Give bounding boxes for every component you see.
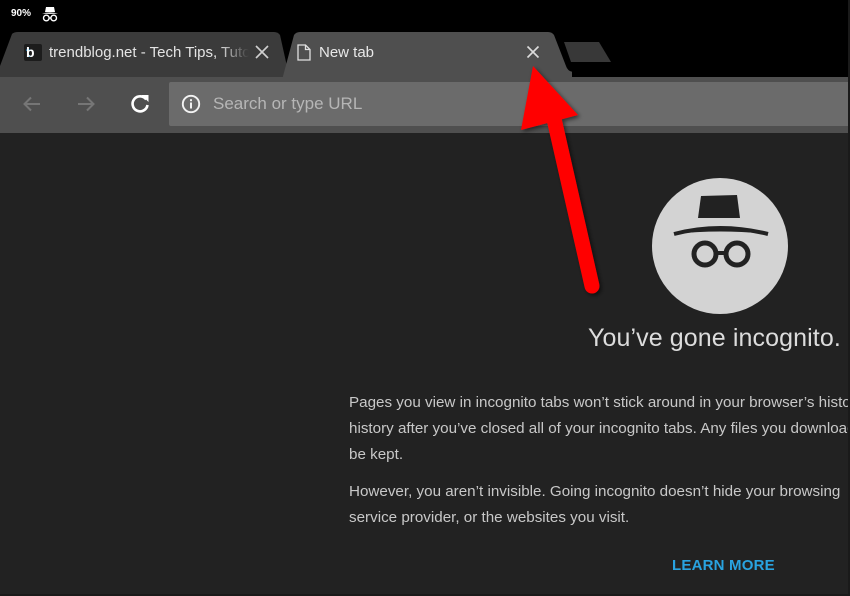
learn-more-link[interactable]: LEARN MORE bbox=[672, 557, 775, 574]
tab-strip: tb trendblog.net - Tech Tips, Tutorials … bbox=[0, 30, 848, 80]
description-line: be kept. bbox=[349, 446, 404, 463]
incognito-warning: However, you aren’t invisible. Going inc… bbox=[349, 479, 848, 531]
url-input[interactable] bbox=[213, 82, 833, 126]
warning-line: service provider, or the websites you vi… bbox=[349, 509, 630, 526]
close-icon[interactable] bbox=[252, 42, 272, 62]
incognito-new-tab-page: You’ve gone incognito. Pages you view in… bbox=[0, 133, 850, 594]
tab-title: New tab bbox=[319, 44, 375, 61]
incognito-description: Pages you view in incognito tabs won’t s… bbox=[349, 390, 850, 468]
page-title: You’ve gone incognito. bbox=[588, 324, 841, 352]
tab-title: trendblog.net - Tech Tips, Tutorials bbox=[49, 44, 249, 61]
warning-line: However, you aren’t invisible. Going inc… bbox=[349, 483, 841, 500]
reload-icon[interactable] bbox=[128, 92, 152, 116]
description-line: history after you’ve closed all of your … bbox=[349, 420, 850, 437]
new-tab-close-button[interactable] bbox=[523, 42, 543, 62]
arrow-forward-icon[interactable] bbox=[74, 92, 98, 116]
tab-new-tab[interactable]: New tab bbox=[282, 32, 572, 80]
arrow-back-icon[interactable] bbox=[20, 92, 44, 116]
omnibox[interactable] bbox=[169, 82, 848, 126]
incognito-icon bbox=[42, 7, 58, 22]
tab-trendblog[interactable]: tb trendblog.net - Tech Tips, Tutorials bbox=[0, 32, 290, 80]
new-tab-button[interactable] bbox=[562, 41, 612, 63]
description-line: Pages you view in incognito tabs won’t s… bbox=[349, 394, 850, 411]
battery-level: 90% bbox=[11, 8, 32, 19]
status-bar: 90% bbox=[0, 0, 848, 30]
toolbar bbox=[0, 77, 848, 133]
page-icon bbox=[297, 44, 311, 61]
info-icon[interactable] bbox=[181, 94, 201, 114]
browser-window: 90% tb trendblog.net - Tech Tips, Tutori… bbox=[0, 0, 850, 596]
trendblog-favicon: tb bbox=[24, 44, 42, 61]
incognito-icon bbox=[652, 178, 788, 314]
